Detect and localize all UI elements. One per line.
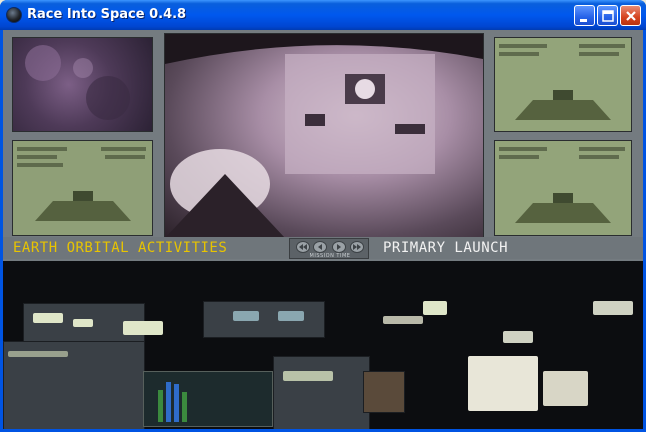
console-light <box>543 371 588 406</box>
mission-time-controls: MISSION TIME <box>289 238 369 259</box>
close-button[interactable] <box>620 5 641 26</box>
mission-info-bar: EARTH ORBITAL ACTIVITIES MISSION TIME PR… <box>3 237 643 259</box>
maximize-button[interactable] <box>597 5 618 26</box>
console-light <box>283 371 333 381</box>
spacecraft-diagram-monitor-left <box>12 140 153 236</box>
spacecraft-diagram <box>17 147 146 221</box>
meter-bar <box>166 382 171 422</box>
globe-icon[interactable] <box>6 7 22 23</box>
minimize-icon <box>580 19 587 22</box>
mission-control-room <box>3 261 643 429</box>
console-light <box>383 316 423 324</box>
console-light <box>123 321 163 335</box>
meter-bar <box>158 390 163 422</box>
app-window: Race Into Space 0.4.8 EARTH ORBITAL ACTI… <box>0 0 646 432</box>
console-light <box>278 311 304 321</box>
rewind-icon <box>299 244 307 250</box>
spacecraft-diagram-monitor-right-top <box>494 37 632 132</box>
earth-view-monitor <box>12 37 153 132</box>
console-light <box>73 319 93 327</box>
cockpit-video-feed <box>164 33 484 239</box>
fast-forward-button[interactable] <box>350 241 364 253</box>
console-panel <box>203 301 325 338</box>
console-panel <box>363 371 405 413</box>
console-light <box>423 301 447 315</box>
step-back-icon <box>318 244 322 250</box>
cockpit-scene <box>165 34 483 238</box>
console-light <box>468 356 538 411</box>
meter-bar <box>182 392 187 422</box>
minimize-button[interactable] <box>574 5 595 26</box>
window-title: Race Into Space 0.4.8 <box>27 7 187 22</box>
game-viewport[interactable]: EARTH ORBITAL ACTIVITIES MISSION TIME PR… <box>3 30 643 429</box>
fast-forward-icon <box>353 244 361 250</box>
console-panel <box>273 356 370 429</box>
telemetry-meter <box>143 371 273 427</box>
step-back-button[interactable] <box>313 241 327 253</box>
console-light <box>8 351 68 357</box>
console-light <box>593 301 633 315</box>
mission-name: EARTH ORBITAL ACTIVITIES <box>13 240 228 256</box>
rewind-button[interactable] <box>296 241 310 253</box>
spacecraft-diagram <box>499 44 625 120</box>
console-light <box>233 311 259 321</box>
close-icon <box>626 11 636 21</box>
play-icon <box>337 244 341 250</box>
maximize-icon <box>602 10 614 22</box>
spacecraft-diagram <box>499 147 625 223</box>
meter-bar <box>174 384 179 422</box>
play-button[interactable] <box>332 241 346 253</box>
mission-time-label: MISSION TIME <box>309 253 351 259</box>
console-light <box>503 331 533 343</box>
earth-texture <box>25 45 130 120</box>
title-bar[interactable]: Race Into Space 0.4.8 <box>0 0 646 30</box>
console-light <box>33 313 63 323</box>
mission-phase: PRIMARY LAUNCH <box>383 240 509 256</box>
spacecraft-diagram-monitor-right-bottom <box>494 140 632 236</box>
